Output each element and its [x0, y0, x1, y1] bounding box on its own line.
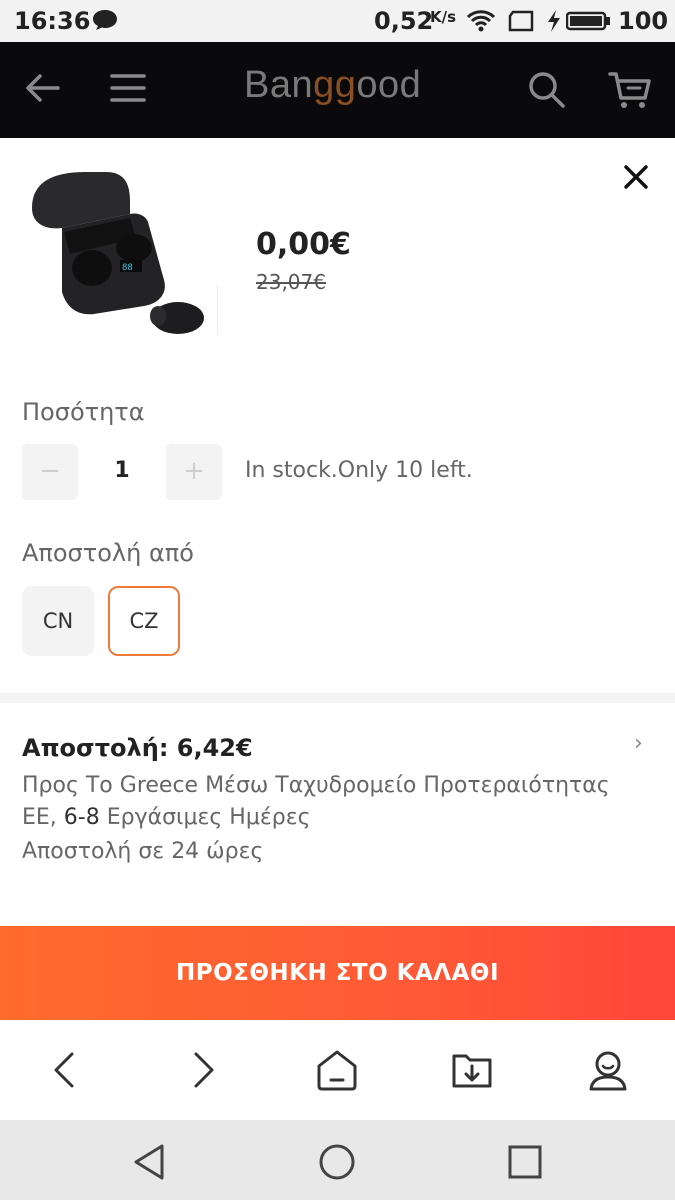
dispatch-time: Αποστολή σε 24 ώρες: [22, 839, 264, 864]
cart-icon[interactable]: [608, 70, 652, 110]
quantity-increase-button[interactable]: +: [166, 444, 222, 500]
browser-toolbar: [0, 1020, 675, 1120]
browser-downloads-icon[interactable]: [450, 1048, 494, 1092]
stock-status: In stock.Only 10 left.: [245, 458, 473, 483]
warehouse-option-cz[interactable]: CZ: [108, 586, 180, 656]
chevron-right-icon[interactable]: ›: [634, 731, 643, 756]
network-speed: 0,52: [374, 7, 434, 35]
logo-text-1: Ban: [244, 64, 314, 106]
banggood-logo[interactable]: Banggood: [244, 64, 421, 107]
status-bar: 16:36 0,52 K/s 100: [0, 0, 675, 42]
shipping-line2-suffix: Εργάσιμες Ημέρες: [99, 805, 311, 830]
shipping-days: 6-8: [63, 805, 100, 830]
quantity-value[interactable]: 1: [100, 458, 144, 483]
network-speed-unit: K/s: [430, 8, 457, 26]
section-divider: [0, 693, 675, 703]
search-icon[interactable]: [526, 69, 566, 109]
logo-text-3: ood: [356, 64, 422, 106]
screen-icon: [508, 10, 534, 32]
quantity-decrease-button[interactable]: −: [22, 444, 78, 500]
status-time: 16:36: [14, 7, 91, 35]
system-back-icon[interactable]: [130, 1142, 170, 1182]
browser-home-icon[interactable]: [315, 1048, 359, 1092]
back-arrow-icon[interactable]: [22, 68, 62, 108]
wifi-icon: [466, 10, 496, 32]
system-navigation-bar: [0, 1120, 675, 1200]
shipping-delivery-time: EE, 6-8 Εργάσιμες Ημέρες: [22, 802, 311, 834]
close-icon[interactable]: [622, 163, 650, 191]
message-icon: [93, 10, 117, 30]
product-image: 88: [32, 172, 218, 334]
warehouse-option-cn[interactable]: CN: [22, 586, 94, 656]
shipping-cost-title[interactable]: Αποστολή: 6,42€: [22, 734, 253, 762]
battery-level: 100: [618, 7, 669, 35]
product-original-price: 23,07€: [256, 270, 326, 294]
battery-icon: [566, 11, 610, 31]
shipping-method: Προς Το Greece Μέσω Ταχυδρομείο Προτεραι…: [22, 773, 610, 798]
browser-profile-icon[interactable]: [586, 1048, 630, 1092]
shipping-line2-prefix: EE,: [22, 805, 64, 830]
hamburger-menu-icon[interactable]: [110, 70, 146, 106]
logo-text-2: gg: [313, 64, 357, 106]
system-recents-icon[interactable]: [505, 1142, 545, 1182]
system-home-icon[interactable]: [317, 1142, 357, 1182]
ship-from-label: Αποστολή από: [22, 539, 194, 567]
product-price: 0,00€: [256, 227, 351, 262]
product-options-sheet: 88 0,00€ 23,07€ Ποσότητα − 1 + In stock.…: [0, 138, 675, 1020]
browser-forward-icon[interactable]: [180, 1048, 224, 1092]
app-header: Banggood: [0, 42, 675, 138]
browser-back-icon[interactable]: [44, 1048, 88, 1092]
add-to-cart-button[interactable]: ΠΡΟΣΘΗΚΗ ΣΤΟ ΚΑΛΑΘΙ: [0, 926, 675, 1020]
charging-icon: [548, 10, 560, 32]
quantity-label: Ποσότητα: [22, 398, 145, 426]
svg-text:88: 88: [122, 263, 133, 273]
